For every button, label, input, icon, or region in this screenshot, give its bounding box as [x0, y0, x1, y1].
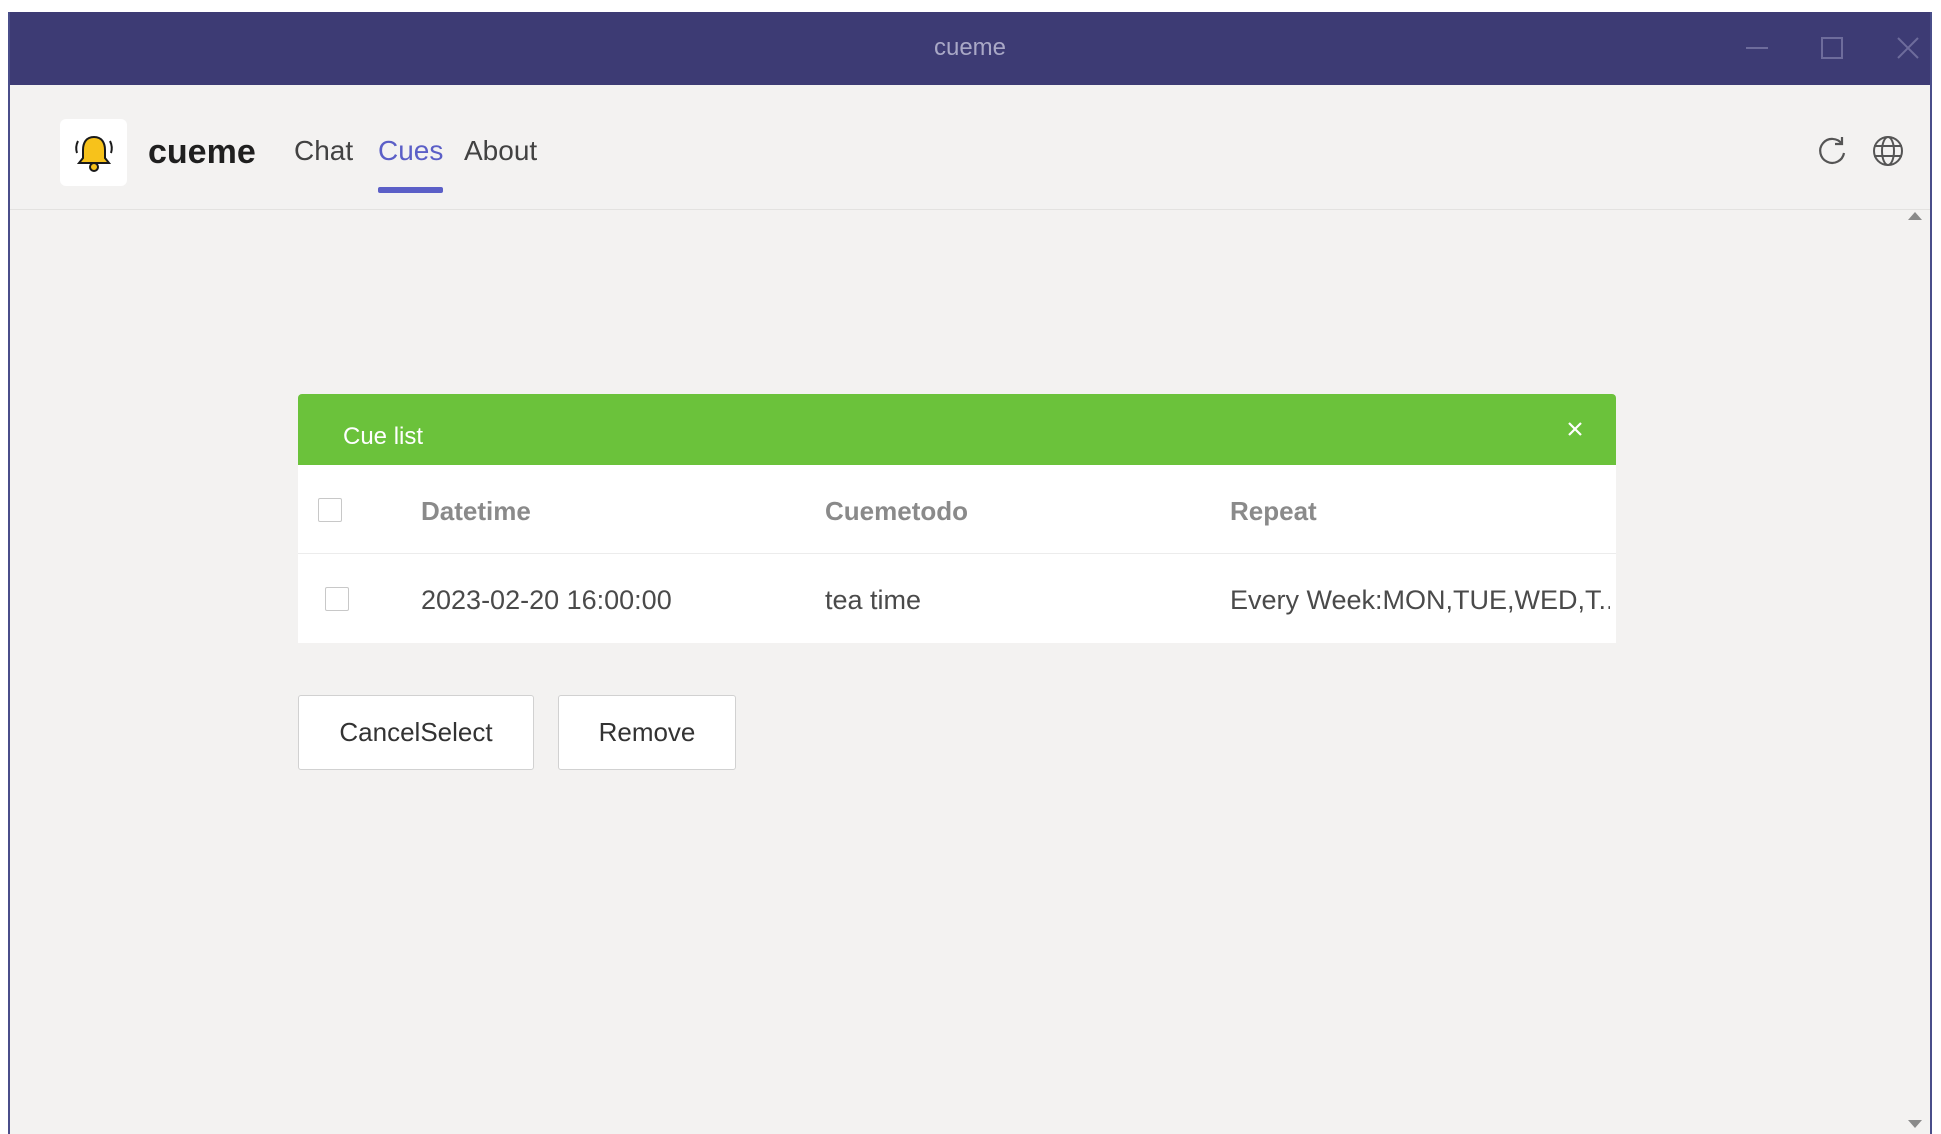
scroll-down-arrow[interactable] [1908, 1120, 1922, 1128]
maximize-icon [1821, 37, 1843, 59]
tab-chat-label: Chat [294, 135, 354, 166]
cancel-select-button[interactable]: CancelSelect [298, 695, 534, 770]
maximize-button[interactable] [1810, 26, 1854, 70]
tab-about-label: About [464, 135, 538, 166]
tab-about[interactable]: About [464, 135, 537, 167]
minimize-icon [1746, 47, 1768, 49]
cue-list-header: Cue list [298, 394, 1616, 465]
app-logo [60, 119, 127, 186]
close-icon [1568, 422, 1582, 436]
select-all-checkbox[interactable] [318, 498, 342, 522]
minimize-button[interactable] [1735, 26, 1779, 70]
column-header-cuemetodo: Cuemetodo [825, 496, 968, 526]
table-header-row: Datetime Cuemetodo Repeat [298, 465, 1616, 554]
scroll-up-arrow[interactable] [1908, 212, 1922, 220]
top-navigation: cueme Chat Cues About [10, 85, 1930, 210]
app-brand: cueme [148, 133, 256, 171]
column-header-repeat: Repeat [1230, 496, 1317, 526]
cell-datetime: 2023-02-20 16:00:00 [421, 585, 672, 615]
title-bar: cueme [10, 12, 1930, 85]
cell-repeat: Every Week:MON,TUE,WED,T... [1230, 585, 1610, 615]
tab-cues-label: Cues [378, 135, 444, 166]
language-button[interactable] [1868, 131, 1908, 171]
cue-list-title: Cue list [343, 423, 424, 450]
column-header-datetime: Datetime [421, 496, 531, 526]
cue-list-card: Cue list Datetime Cuemetodo Repeat 2023-… [298, 394, 1616, 643]
close-card-button[interactable] [1562, 416, 1588, 442]
tab-cues[interactable]: Cues [378, 135, 444, 193]
window-title: cueme [933, 34, 1007, 61]
active-tab-indicator [378, 187, 444, 193]
bell-icon [74, 135, 113, 172]
close-window-button[interactable] [1886, 26, 1930, 70]
row-checkbox[interactable] [325, 587, 349, 611]
tab-chat[interactable]: Chat [294, 135, 353, 167]
close-icon [1897, 37, 1919, 59]
refresh-button[interactable] [1812, 131, 1852, 171]
globe-icon [1873, 136, 1903, 166]
remove-button[interactable]: Remove [558, 695, 736, 770]
cell-cuemetodo: tea time [825, 585, 922, 615]
table-row[interactable]: 2023-02-20 16:00:00 tea time Every Week:… [298, 554, 1616, 643]
cue-table: Datetime Cuemetodo Repeat 2023-02-20 16:… [298, 465, 1616, 643]
app-window: cueme cueme Chat Cues About Cue list Dat… [8, 12, 1932, 1134]
refresh-icon [1819, 137, 1846, 164]
